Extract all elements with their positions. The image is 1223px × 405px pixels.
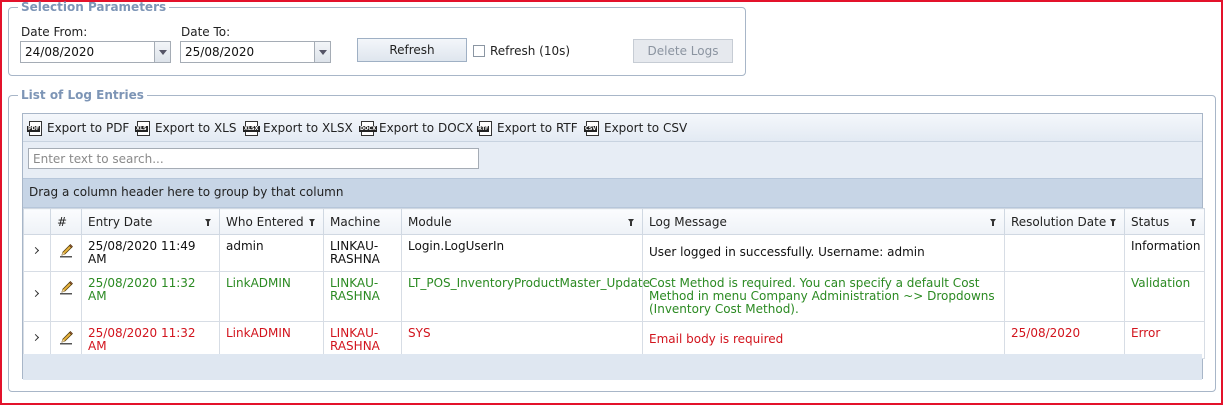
expand-row-button[interactable] [23, 234, 51, 272]
pdf-file-icon: PDF [27, 120, 42, 136]
cell-status: Information [1124, 234, 1205, 272]
auto-refresh-label: Refresh (10s) [490, 44, 571, 58]
expand-row-button[interactable] [23, 321, 51, 359]
log-table: # Entry Date Who Entered Machine Module … [23, 208, 1205, 359]
xlsx-file-icon: XLSX [243, 120, 260, 136]
cell-machine: LINKAU-RASHNA [323, 321, 402, 359]
cell-log-message: Email body is required [642, 321, 1005, 359]
export-xlsx-button[interactable]: XLSX Export to XLSX [243, 120, 353, 136]
filter-icon[interactable] [1110, 219, 1116, 226]
filter-icon[interactable] [990, 219, 996, 226]
pencil-icon [60, 281, 73, 295]
table-header-row: # Entry Date Who Entered Machine Module … [23, 208, 1205, 235]
chevron-right-icon [31, 333, 40, 342]
pencil-icon [60, 244, 73, 258]
cell-resolution-date [1004, 234, 1125, 272]
csv-file-icon: CSV [584, 120, 599, 136]
cell-status: Validation [1124, 271, 1205, 322]
export-csv-button[interactable]: CSV Export to CSV [584, 120, 687, 136]
chevron-right-icon [31, 289, 40, 298]
date-from-label: Date From: [21, 25, 88, 39]
xls-file-icon: XLS [135, 120, 150, 136]
log-grid-panel: PDF Export to PDF XLS Export to XLS XLSX… [22, 113, 1205, 380]
cell-machine: LINKAU-RASHNA [323, 234, 402, 272]
auto-refresh-checkbox[interactable] [473, 45, 485, 57]
date-to-dropdown-button[interactable] [314, 42, 330, 62]
cell-entry-date: 25/08/2020 11:32 AM [81, 321, 220, 359]
group-panel[interactable]: Drag a column header here to group by th… [23, 178, 1202, 208]
column-header-number[interactable]: # [50, 208, 82, 235]
column-header-log-message[interactable]: Log Message [642, 208, 1005, 235]
date-to-picker[interactable]: 25/08/2020 [180, 41, 331, 63]
grid-footer [23, 354, 1202, 380]
date-to-label: Date To: [181, 25, 231, 39]
pencil-icon [60, 331, 73, 345]
cell-who-entered: LinkADMIN [219, 321, 324, 359]
chevron-down-icon [319, 50, 327, 55]
date-from-dropdown-button[interactable] [154, 42, 170, 62]
table-row[interactable]: 25/08/2020 11:49 AM admin LINKAU-RASHNA … [23, 234, 1205, 272]
cell-resolution-date: 25/08/2020 [1004, 321, 1125, 359]
expand-column-header [23, 208, 51, 235]
docx-file-icon: DOCX [359, 120, 377, 136]
refresh-button[interactable]: Refresh [357, 38, 467, 62]
cell-status: Error [1124, 321, 1205, 359]
table-row[interactable]: 25/08/2020 11:32 AM LinkADMIN LINKAU-RAS… [23, 271, 1205, 322]
export-rtf-button[interactable]: RTF Export to RTF [477, 120, 578, 136]
column-header-resolution-date[interactable]: Resolution Date [1004, 208, 1125, 235]
export-xls-button[interactable]: XLS Export to XLS [135, 120, 236, 136]
cell-entry-date: 25/08/2020 11:49 AM [81, 234, 220, 272]
column-header-entry-date[interactable]: Entry Date [81, 208, 220, 235]
chevron-right-icon [31, 246, 40, 255]
filter-icon[interactable] [628, 219, 634, 226]
cell-log-message: User logged in successfully. Username: a… [642, 234, 1005, 272]
search-row [23, 142, 1202, 178]
cell-who-entered: admin [219, 234, 324, 272]
date-to-value[interactable]: 25/08/2020 [185, 45, 254, 59]
export-toolbar: PDF Export to PDF XLS Export to XLS XLSX… [23, 114, 1202, 142]
delete-logs-button[interactable]: Delete Logs [633, 39, 733, 63]
filter-icon[interactable] [309, 219, 315, 226]
edit-row-button[interactable] [50, 271, 82, 322]
cell-module: SYS [401, 321, 643, 359]
filter-icon[interactable] [205, 219, 211, 226]
column-header-status[interactable]: Status [1124, 208, 1205, 235]
search-box[interactable] [28, 148, 479, 169]
chevron-down-icon [159, 50, 167, 55]
date-from-value[interactable]: 24/08/2020 [25, 45, 94, 59]
selection-parameters-legend: Selection Parameters [21, 0, 167, 14]
cell-entry-date: 25/08/2020 11:32 AM [81, 271, 220, 322]
cell-who-entered: LinkADMIN [219, 271, 324, 322]
filter-icon[interactable] [1190, 219, 1196, 226]
column-header-who-entered[interactable]: Who Entered [219, 208, 324, 235]
column-header-machine[interactable]: Machine [323, 208, 402, 235]
column-header-module[interactable]: Module [401, 208, 643, 235]
cell-resolution-date [1004, 271, 1125, 322]
rtf-file-icon: RTF [477, 120, 492, 136]
cell-module: LT_POS_InventoryProductMaster_Update [401, 271, 650, 322]
edit-row-button[interactable] [50, 321, 82, 359]
export-docx-button[interactable]: DOCX Export to DOCX [359, 120, 473, 136]
cell-machine: LINKAU-RASHNA [323, 271, 402, 322]
expand-row-button[interactable] [23, 271, 51, 322]
log-entries-legend: List of Log Entries [21, 88, 144, 102]
search-input[interactable] [29, 149, 478, 168]
date-from-picker[interactable]: 24/08/2020 [20, 41, 171, 63]
cell-module: Login.LogUserIn [401, 234, 643, 272]
cell-log-message: Cost Method is required. You can specify… [642, 271, 1005, 322]
export-pdf-button[interactable]: PDF Export to PDF [27, 120, 129, 136]
edit-row-button[interactable] [50, 234, 82, 272]
table-row[interactable]: 25/08/2020 11:32 AM LinkADMIN LINKAU-RAS… [23, 321, 1205, 359]
